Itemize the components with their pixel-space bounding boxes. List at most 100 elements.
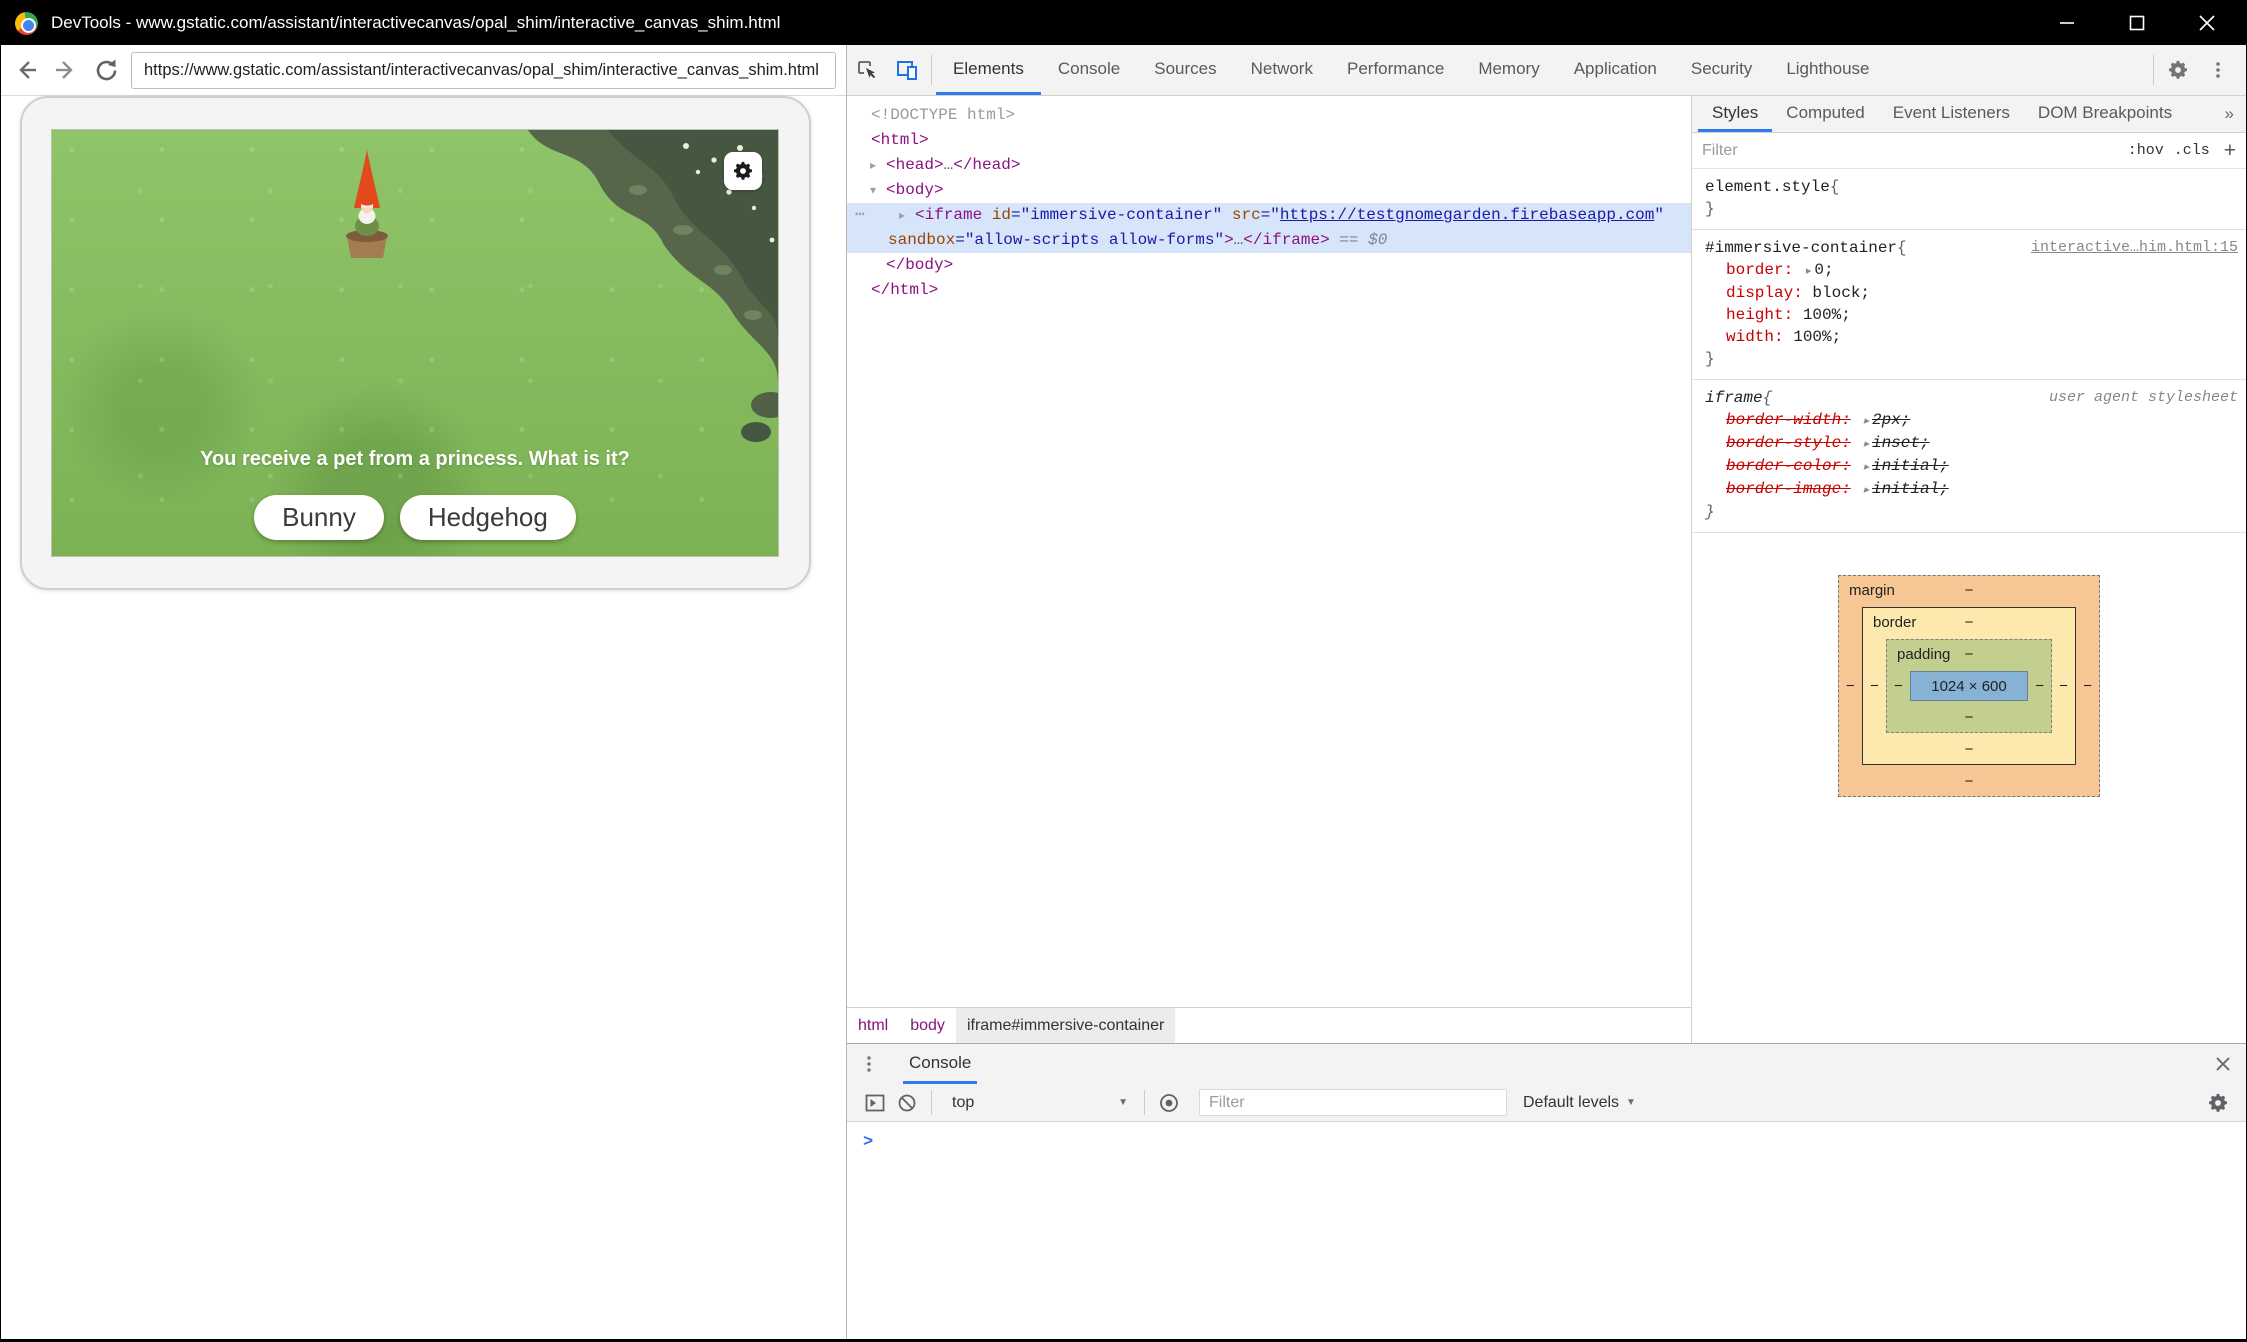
inspect-element-icon[interactable] bbox=[847, 45, 887, 95]
breadcrumb-item[interactable]: html bbox=[847, 1008, 899, 1043]
maximize-button[interactable] bbox=[2124, 10, 2150, 36]
styles-filter-input[interactable] bbox=[1702, 142, 2118, 160]
back-icon[interactable] bbox=[11, 55, 41, 85]
console-sidebar-toggle-icon[interactable] bbox=[859, 1089, 891, 1117]
console-settings-gear-icon[interactable] bbox=[2202, 1089, 2234, 1117]
element-classes-toggle[interactable]: .cls bbox=[2174, 142, 2210, 159]
devtools-window: DevTools - www.gstatic.com/assistant/int… bbox=[0, 0, 2247, 1342]
css-rule[interactable]: #immersive-container {interactive…him.ht… bbox=[1692, 230, 2246, 380]
box-model-padding[interactable]: padding − − − − 1024 × 600 bbox=[1886, 639, 2052, 733]
box-model-margin[interactable]: margin − − − − border − − − − bbox=[1838, 575, 2100, 797]
css-declaration[interactable]: display: block; bbox=[1705, 282, 2238, 304]
css-declaration[interactable]: border-style: ▸inset; bbox=[1705, 432, 2238, 455]
box-model-border[interactable]: border − − − − padding − − − bbox=[1862, 607, 2076, 765]
css-declaration[interactable]: border-image: ▸initial; bbox=[1705, 478, 2238, 501]
disclosure-triangle-icon[interactable]: ▸ bbox=[870, 153, 886, 178]
console-prompt[interactable]: > bbox=[863, 1133, 873, 1152]
rule-source-link[interactable]: user agent stylesheet bbox=[2049, 387, 2238, 409]
separator bbox=[931, 55, 932, 85]
padding-left-value[interactable]: − bbox=[1894, 678, 1903, 695]
dom-node-line[interactable]: <!DOCTYPE html> bbox=[847, 103, 1691, 128]
close-drawer-icon[interactable] bbox=[2200, 1044, 2246, 1084]
tab-console[interactable]: Console bbox=[1041, 45, 1137, 95]
url-input[interactable] bbox=[144, 61, 823, 80]
address-bar[interactable] bbox=[131, 52, 836, 89]
margin-right-value[interactable]: − bbox=[2083, 678, 2092, 695]
console-filter-input[interactable] bbox=[1199, 1089, 1507, 1116]
game-settings-button[interactable] bbox=[724, 152, 762, 190]
dom-node-line[interactable]: ⋯▸<iframe id="immersive-container" src="… bbox=[847, 203, 1691, 228]
disclosure-triangle-icon[interactable]: ▸ bbox=[899, 203, 915, 228]
breadcrumb-item[interactable]: body bbox=[899, 1008, 956, 1043]
border-top-value[interactable]: − bbox=[1965, 614, 1974, 631]
padding-bottom-value[interactable]: − bbox=[1965, 709, 1974, 726]
border-bottom-value[interactable]: − bbox=[1965, 741, 1974, 758]
sidebar-tab-styles[interactable]: Styles bbox=[1698, 96, 1772, 132]
choice-button-hedgehog[interactable]: Hedgehog bbox=[400, 495, 576, 540]
forward-icon[interactable] bbox=[51, 55, 81, 85]
margin-top-value[interactable]: − bbox=[1965, 582, 1974, 599]
drawer-menu-kebab-icon[interactable] bbox=[847, 1044, 891, 1084]
sidebar-tabs-overflow-icon[interactable]: » bbox=[2213, 96, 2246, 132]
dom-node-line[interactable]: ▾<body> bbox=[847, 178, 1691, 203]
device-toolbar-icon[interactable] bbox=[887, 45, 927, 95]
new-style-rule-button[interactable]: + bbox=[2220, 139, 2236, 163]
devtools-settings-gear-icon[interactable] bbox=[2158, 45, 2198, 95]
tab-security[interactable]: Security bbox=[1674, 45, 1769, 95]
css-declaration[interactable]: width: 100%; bbox=[1705, 326, 2238, 348]
sidebar-tab-computed[interactable]: Computed bbox=[1772, 96, 1878, 132]
disclosure-triangle-icon[interactable]: ▾ bbox=[870, 178, 886, 203]
css-declaration[interactable]: height: 100%; bbox=[1705, 304, 2238, 326]
css-declaration[interactable]: border-width: ▸2px; bbox=[1705, 409, 2238, 432]
border-left-value[interactable]: − bbox=[1870, 678, 1879, 695]
dom-node-line[interactable]: sandbox="allow-scripts allow-forms">…</i… bbox=[847, 228, 1691, 253]
pseudo-state-toggle[interactable]: :hov bbox=[2128, 142, 2164, 159]
separator bbox=[931, 1090, 932, 1115]
margin-left-value[interactable]: − bbox=[1846, 678, 1855, 695]
clear-console-icon[interactable] bbox=[891, 1089, 923, 1117]
chrome-logo-icon bbox=[15, 12, 38, 35]
css-declaration[interactable]: border-color: ▸initial; bbox=[1705, 455, 2238, 478]
tab-lighthouse[interactable]: Lighthouse bbox=[1769, 45, 1886, 95]
tab-application[interactable]: Application bbox=[1557, 45, 1674, 95]
box-model-content[interactable]: 1024 × 600 bbox=[1910, 671, 2028, 701]
tab-sources[interactable]: Sources bbox=[1137, 45, 1233, 95]
chevron-down-icon: ▼ bbox=[1626, 1097, 1636, 1108]
sidebar-tab-dom-breakpoints[interactable]: DOM Breakpoints bbox=[2024, 96, 2186, 132]
tab-elements[interactable]: Elements bbox=[936, 45, 1041, 95]
tab-network[interactable]: Network bbox=[1234, 45, 1330, 95]
console-drawer-tab[interactable]: Console bbox=[903, 1044, 977, 1084]
reload-icon[interactable] bbox=[91, 55, 121, 85]
css-rule[interactable]: iframe {user agent stylesheetborder-widt… bbox=[1692, 380, 2246, 533]
close-window-button[interactable] bbox=[2194, 10, 2220, 36]
browser-pane: You receive a pet from a princess. What … bbox=[1, 45, 846, 1339]
devtools-menu-kebab-icon[interactable] bbox=[2198, 45, 2238, 95]
console-messages[interactable]: > bbox=[847, 1122, 2246, 1339]
minimize-button[interactable] bbox=[2054, 10, 2080, 36]
context-label: top bbox=[952, 1094, 974, 1112]
margin-label: margin bbox=[1849, 582, 1895, 599]
dom-node-line[interactable]: <html> bbox=[847, 128, 1691, 153]
tab-performance[interactable]: Performance bbox=[1330, 45, 1461, 95]
choice-button-bunny[interactable]: Bunny bbox=[254, 495, 384, 540]
log-levels-select[interactable]: Default levels ▼ bbox=[1523, 1094, 1636, 1112]
sidebar-tab-event-listeners[interactable]: Event Listeners bbox=[1879, 96, 2024, 132]
node-options-ellipsis[interactable]: ⋯ bbox=[855, 203, 866, 228]
game-canvas[interactable]: You receive a pet from a princess. What … bbox=[51, 129, 779, 557]
breadcrumb-item[interactable]: iframe#immersive-container bbox=[956, 1008, 1175, 1043]
margin-bottom-value[interactable]: − bbox=[1965, 773, 1974, 790]
padding-right-value[interactable]: − bbox=[2035, 678, 2044, 695]
dom-node-line[interactable]: </html> bbox=[847, 278, 1691, 303]
css-declaration[interactable]: border: ▸0; bbox=[1705, 259, 2238, 282]
dom-node-line[interactable]: </body> bbox=[847, 253, 1691, 278]
css-rule[interactable]: element.style {} bbox=[1692, 169, 2246, 230]
live-expression-eye-icon[interactable] bbox=[1153, 1089, 1185, 1117]
border-right-value[interactable]: − bbox=[2059, 678, 2068, 695]
choice-buttons: Bunny Hedgehog bbox=[254, 495, 576, 540]
dom-node-line[interactable]: ▸<head>…</head> bbox=[847, 153, 1691, 178]
garden-gnome bbox=[337, 148, 397, 260]
padding-top-value[interactable]: − bbox=[1965, 646, 1974, 663]
tab-memory[interactable]: Memory bbox=[1461, 45, 1556, 95]
rule-source-link[interactable]: interactive…him.html:15 bbox=[2031, 237, 2238, 259]
javascript-context-select[interactable]: top ▼ bbox=[940, 1094, 1136, 1112]
